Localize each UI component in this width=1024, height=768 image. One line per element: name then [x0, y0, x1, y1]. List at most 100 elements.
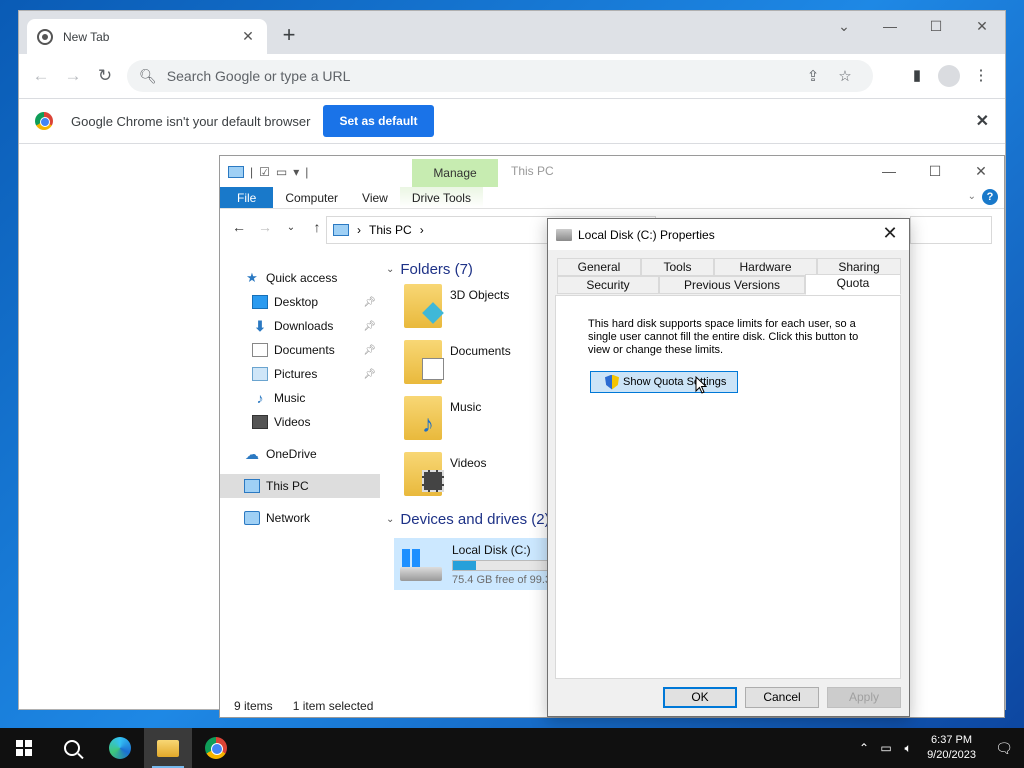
quota-button-label: Show Quota Settings [623, 376, 727, 388]
drive-usage-bar [452, 559, 548, 571]
share-icon[interactable]: ⇪ [797, 67, 829, 85]
nav-item-this-pc[interactable]: This PC [220, 474, 380, 498]
drive-item-local-disk-c[interactable]: Local Disk (C:) 75.4 GB free of 99.3 [394, 538, 554, 590]
omnibox[interactable]: 🔍︎ Search Google or type a URL ⇪ ☆ [127, 60, 873, 92]
nav-item-music[interactable]: ♪ Music [220, 386, 380, 410]
tab-general[interactable]: General [557, 258, 641, 276]
set-as-default-button[interactable]: Set as default [323, 105, 434, 137]
quick-access-toolbar: | ☑ ▭ ▾ | [228, 165, 308, 179]
chevron-down-icon[interactable]: ⌄ [968, 191, 976, 202]
forward-arrow-icon[interactable]: → [57, 60, 89, 92]
toolbar-right: ▮ ⋮ [901, 60, 997, 92]
status-selection: 1 item selected [292, 699, 374, 713]
close-icon[interactable]: ✕ [879, 223, 901, 244]
maximize-icon[interactable]: ☐ [913, 11, 959, 43]
ok-button[interactable]: OK [663, 687, 737, 708]
back-arrow-icon[interactable]: ← [25, 60, 57, 92]
drive-usage-fill [453, 560, 476, 570]
nav-label: Music [274, 391, 306, 405]
quota-tab-panel: This hard disk supports space limits for… [555, 295, 901, 679]
dropdown-icon[interactable]: ▾ [293, 165, 299, 179]
nav-label: Quick access [266, 271, 338, 285]
nav-label: Desktop [274, 295, 319, 309]
explorer-window-title: This PC [511, 164, 554, 178]
ribbon-tab-computer[interactable]: Computer [273, 187, 350, 208]
side-panel-icon[interactable]: ▮ [901, 60, 933, 92]
explorer-titlebar: | ☑ ▭ ▾ | Manage This PC — ☐ ✕ [220, 156, 1004, 187]
folder-icon [157, 739, 179, 757]
ribbon-tab-drive-tools[interactable]: Drive Tools [399, 187, 483, 208]
chrome-window-controls: ⌄ — ☐ ✕ [821, 11, 1005, 43]
nav-item-desktop[interactable]: Desktop 📌︎ [220, 290, 380, 314]
bookmark-star-icon[interactable]: ☆ [829, 67, 861, 85]
back-arrow-icon[interactable]: ← [228, 219, 250, 235]
folder-documents-icon [404, 340, 444, 384]
pictures-icon [252, 367, 268, 381]
address-this-pc[interactable]: This PC [369, 223, 412, 237]
recent-locations-icon[interactable]: ⌄ [280, 222, 302, 233]
minimize-icon[interactable]: — [867, 11, 913, 43]
explorer-search-input[interactable] [910, 216, 992, 244]
taskbar-edge-button[interactable] [96, 728, 144, 768]
new-tab-plus-icon[interactable]: + [277, 23, 301, 47]
taskbar-chrome-button[interactable] [192, 728, 240, 768]
windows-logo-icon [402, 549, 420, 567]
manage-context-tab[interactable]: Manage [412, 159, 498, 187]
kebab-menu-icon[interactable]: ⋮ [965, 60, 997, 92]
tab-security[interactable]: Security [557, 276, 659, 294]
cancel-button[interactable]: Cancel [745, 687, 819, 708]
maximize-icon[interactable]: ☐ [912, 156, 958, 186]
separator: | [305, 164, 309, 179]
taskbar-search-button[interactable] [48, 728, 96, 768]
start-button[interactable] [0, 728, 48, 768]
tab-hardware[interactable]: Hardware [714, 258, 817, 276]
ribbon-tab-file[interactable]: File [220, 187, 274, 208]
show-quota-settings-button[interactable]: Show Quota Settings [590, 371, 738, 393]
nav-item-documents[interactable]: Documents 📌︎ [220, 338, 380, 362]
new-folder-icon[interactable]: ▭ [276, 165, 287, 179]
forward-arrow-icon[interactable]: → [254, 219, 276, 235]
minimize-icon[interactable]: — [866, 156, 912, 186]
nav-label: Videos [274, 415, 311, 429]
navigation-pane: ★ Quick access Desktop 📌︎ ⬇ Downloads 📌︎… [220, 266, 380, 696]
separator: | [250, 164, 254, 179]
nav-item-network[interactable]: Network [220, 506, 380, 530]
computer-icon [333, 224, 349, 236]
breadcrumb-chevron-icon[interactable]: › [420, 223, 424, 237]
nav-item-onedrive[interactable]: ☁ OneDrive [220, 442, 380, 466]
chevron-down-icon[interactable]: ⌄ [821, 11, 867, 43]
close-icon[interactable]: ✕ [976, 111, 989, 131]
profile-avatar-icon[interactable] [938, 65, 960, 87]
clock-date: 9/20/2023 [927, 749, 976, 761]
help-icon[interactable]: ? [982, 189, 998, 205]
nav-item-pictures[interactable]: Pictures 📌︎ [220, 362, 380, 386]
nav-item-downloads[interactable]: ⬇ Downloads 📌︎ [220, 314, 380, 338]
clock[interactable]: 6:37 PM 9/20/2023 [919, 733, 984, 763]
tab-tools[interactable]: Tools [641, 258, 714, 276]
close-icon[interactable]: ✕ [239, 28, 257, 45]
nav-label: Downloads [274, 319, 334, 333]
tab-previous-versions[interactable]: Previous Versions [659, 276, 805, 294]
taskbar-file-explorer-button[interactable] [144, 728, 192, 768]
computer-icon [244, 479, 260, 493]
close-icon[interactable]: ✕ [959, 11, 1005, 43]
close-icon[interactable]: ✕ [958, 156, 1004, 186]
uac-shield-icon [605, 374, 619, 390]
chrome-tabbar: New Tab ✕ + ⌄ — ☐ ✕ [19, 11, 1005, 54]
reload-icon[interactable]: ↻ [89, 60, 121, 92]
properties-icon[interactable]: ☑ [259, 165, 270, 179]
nav-item-videos[interactable]: Videos [220, 410, 380, 434]
nav-item-quick-access[interactable]: ★ Quick access [220, 266, 380, 290]
up-arrow-icon[interactable]: ↑ [306, 219, 328, 235]
chevron-up-icon[interactable]: ⌃ [853, 741, 875, 755]
network-icon[interactable]: ▭ [875, 741, 897, 755]
ribbon-tab-view[interactable]: View [350, 187, 400, 208]
dialog-buttons: OK Cancel Apply [663, 687, 901, 708]
nav-label: Network [266, 511, 311, 525]
tab-quota[interactable]: Quota [805, 274, 901, 295]
notification-icon[interactable]: 🗨︎ [984, 740, 1024, 757]
apply-button[interactable]: Apply [827, 687, 901, 708]
chrome-tab-new-tab[interactable]: New Tab ✕ [27, 19, 267, 54]
volume-muted-icon[interactable]: 🔈︎ [897, 741, 919, 756]
